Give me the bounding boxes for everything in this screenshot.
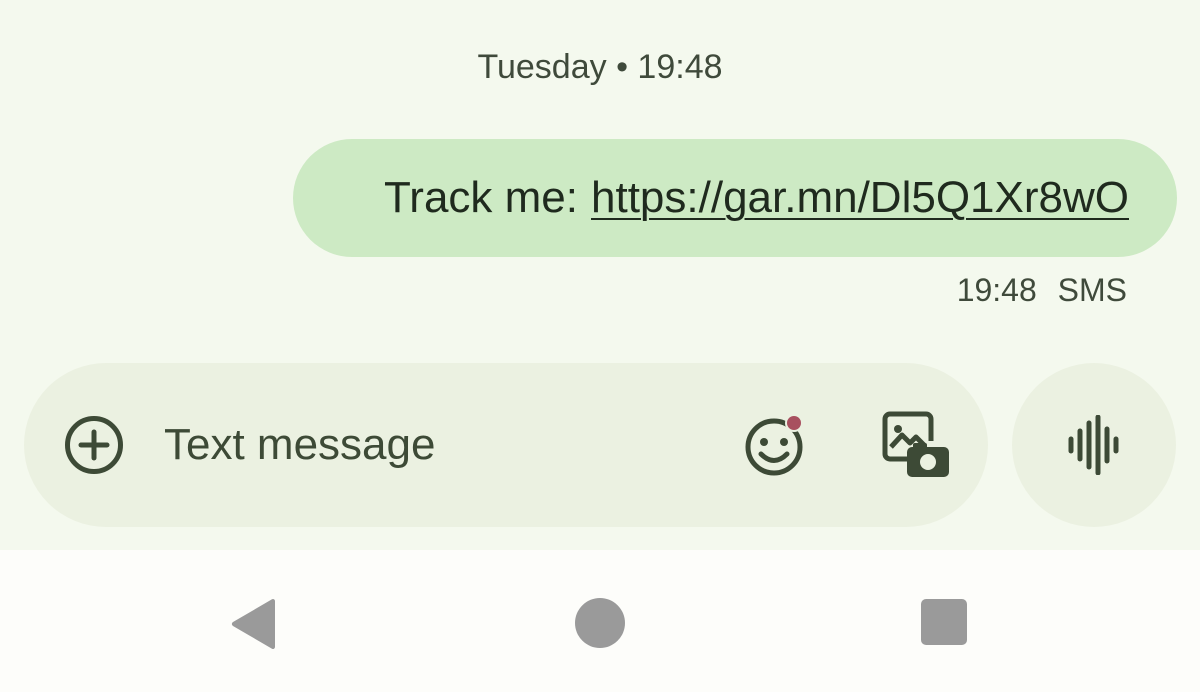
emoji-badge-dot (787, 416, 801, 430)
recents-icon[interactable] (920, 598, 968, 646)
gallery-camera-icon[interactable] (880, 409, 952, 481)
message-link[interactable]: https://gar.mn/Dl5Q1Xr8wO (591, 173, 1129, 223)
system-navigation-bar (0, 550, 1200, 692)
message-bubble[interactable]: Track me: https://gar.mn/Dl5Q1Xr8wO (293, 139, 1177, 257)
add-circle-icon[interactable] (64, 415, 124, 475)
date-header: Tuesday • 19:48 (477, 48, 723, 86)
voice-waveform-icon (1068, 415, 1119, 475)
conversation-view: Tuesday • 19:48 Track me: https://gar.mn… (0, 0, 1200, 550)
home-icon[interactable] (574, 597, 626, 649)
emoji-icon[interactable] (744, 413, 808, 477)
compose-bar (24, 363, 988, 527)
voice-input-button[interactable] (1012, 363, 1176, 527)
message-text: Track me: (384, 173, 578, 222)
back-icon[interactable] (228, 598, 280, 650)
message-type: SMS (1057, 272, 1127, 308)
message-meta: 19:48 SMS (957, 272, 1127, 309)
message-time: 19:48 (956, 272, 1037, 308)
message-input[interactable] (164, 413, 724, 477)
